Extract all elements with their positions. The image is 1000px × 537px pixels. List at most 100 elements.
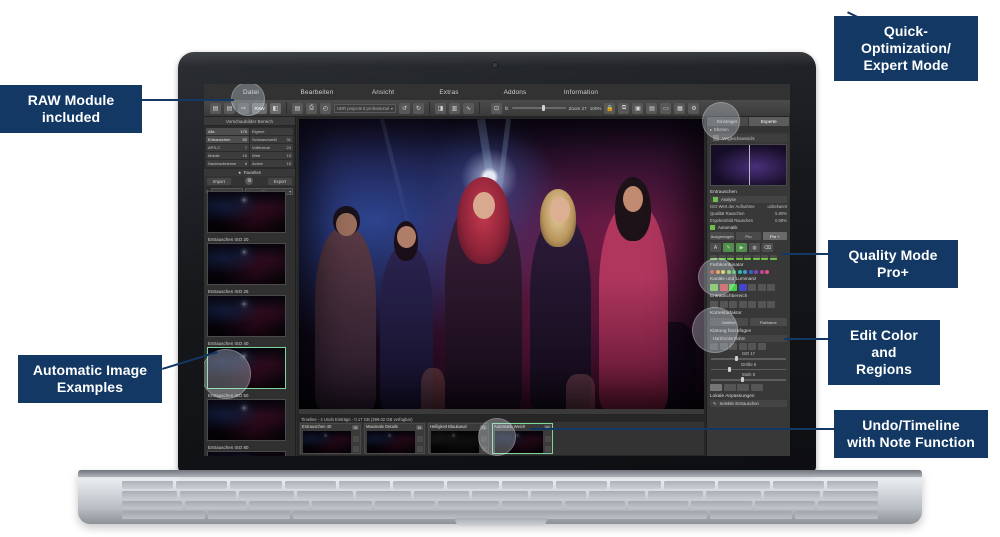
curve-flat-icon[interactable] [710, 383, 722, 391]
note-pencil-icon[interactable] [481, 436, 487, 442]
preset-swatch[interactable] [744, 255, 751, 260]
clarity-tile[interactable] [748, 343, 756, 350]
new-file-icon[interactable]: ▤ [210, 102, 221, 114]
category-alle[interactable]: Alle 175 [206, 128, 249, 135]
slider-stufe[interactable] [711, 377, 786, 382]
category-entrauschen[interactable]: Entrauschen 52 [206, 136, 249, 143]
color-dot-teal[interactable] [737, 270, 742, 274]
mask-tool-icon[interactable]: ◍ [749, 243, 760, 252]
main-photo[interactable] [299, 119, 704, 409]
area-tile[interactable] [710, 301, 718, 308]
color-dot-lime[interactable] [726, 270, 731, 274]
slider-groesse[interactable] [711, 366, 786, 372]
category-apsc[interactable]: APS-C 7 [206, 144, 249, 151]
panel-icon[interactable]: ▭ [660, 102, 672, 114]
note-pencil-icon[interactable] [545, 436, 551, 442]
redo-icon[interactable]: ↻ [413, 102, 424, 114]
category-vollformat[interactable]: Vollformat 24 [250, 144, 293, 151]
menu-item-bearbeiten[interactable]: Bearbeiten [284, 89, 350, 96]
clarity-tile[interactable] [710, 343, 718, 350]
tab-experte[interactable]: Experte [748, 117, 790, 126]
color-dot-purple[interactable] [754, 270, 758, 274]
quality-mode-pro[interactable]: Pro [736, 232, 761, 240]
color-dot-magenta[interactable] [759, 270, 764, 274]
channel-tile-rgb[interactable] [710, 284, 718, 291]
settings-icon[interactable]: ⚙ [688, 102, 700, 114]
list-item-selected[interactable]: Entrauschen ISO 40 [207, 340, 292, 389]
clarity-tile[interactable] [757, 343, 766, 350]
text-tool-icon[interactable]: A [710, 243, 721, 252]
undo-icon[interactable]: ↺ [399, 102, 410, 114]
menu-item-addons[interactable]: Addons [482, 89, 548, 96]
category-schwarzweiss[interactable]: Schwarz/weiß 31 [250, 136, 293, 143]
timeline-card[interactable]: Helligkeit Blaukanal 75 [428, 423, 489, 454]
brush-tool-icon[interactable]: ✎ [723, 243, 734, 252]
preset-swatch[interactable] [710, 255, 717, 260]
preset-swatch[interactable] [727, 255, 734, 260]
fullscreen-icon[interactable]: ▣ [632, 102, 644, 114]
category-nachtaufnahme[interactable]: Nachtaufnahme 8 [206, 160, 249, 167]
correction-flatframe[interactable]: Flatframe [749, 318, 787, 326]
favorites-button[interactable]: ★ Favoriten [204, 169, 295, 176]
list-item[interactable]: Entrauschen ISO 25 [207, 288, 292, 337]
print-icon[interactable]: ⎙ [306, 102, 317, 114]
save-icon[interactable]: ▤ [292, 102, 303, 114]
compare-split-icon[interactable] [545, 446, 551, 452]
area-tile[interactable] [738, 301, 747, 308]
color-dot-cyan[interactable] [743, 270, 747, 274]
area-tile[interactable] [719, 301, 728, 308]
area-tile[interactable] [757, 301, 766, 308]
category-eigene[interactable]: Eigene [250, 128, 293, 135]
color-dot-yellow[interactable] [721, 270, 725, 274]
import-button[interactable]: Import [207, 177, 231, 185]
color-dot-pink[interactable] [765, 270, 769, 274]
erase-tool-icon[interactable]: ⌫ [762, 243, 773, 252]
list-item[interactable] [207, 191, 292, 233]
raw-settings-icon[interactable]: ◧ [270, 102, 281, 114]
crop-icon[interactable]: ⧉ [618, 102, 630, 114]
tab-einsteiger[interactable]: Einsteiger [707, 117, 749, 126]
clarity-tile[interactable] [729, 343, 737, 350]
list-item[interactable]: Entrauschen ISO 50 [207, 392, 292, 441]
canvas-scrollbar[interactable] [299, 409, 704, 414]
list-item[interactable]: Entrauschen ISO 80 [207, 444, 292, 456]
category-active[interactable]: Active 15 [250, 160, 293, 167]
note-pencil-icon[interactable] [353, 436, 359, 442]
zoom-fit-icon[interactable]: ⊡ [491, 102, 502, 114]
preset-swatch[interactable] [735, 255, 743, 260]
compare-split-icon[interactable] [417, 446, 423, 452]
curve-icon[interactable]: ∿ [463, 102, 474, 114]
timeline-card[interactable]: Entrauschen 40 95 [300, 423, 361, 454]
channel-tile-mix[interactable] [767, 284, 775, 291]
preset-swatch[interactable] [761, 255, 768, 260]
analyse-button[interactable]: Analyse [710, 196, 787, 203]
area-tile[interactable] [748, 301, 756, 308]
import-icon[interactable]: ⇨ [238, 102, 249, 114]
channel-tile-lum[interactable] [748, 284, 756, 291]
compare-icon[interactable]: ◨ [435, 102, 446, 114]
timeline-card[interactable]: Maximale Details 85 [364, 423, 425, 454]
preset-swatch[interactable] [752, 255, 760, 260]
color-dot-orange[interactable] [715, 270, 720, 274]
category-mobile[interactable]: Mobile 16 [206, 152, 249, 159]
clarity-combo[interactable]: Hart/Cross Rahm [710, 335, 787, 342]
color-dot-green[interactable] [732, 270, 736, 274]
zoom-slider[interactable] [511, 105, 566, 111]
correction-zeitfilter[interactable]: Zeitfilter [710, 318, 748, 326]
color-dot-blue[interactable] [748, 270, 753, 274]
preset-combo[interactable]: HDR projects 8 professional ▾ [334, 103, 396, 113]
quality-mode-ausgewogen[interactable]: Ausgewogen [710, 232, 735, 240]
automatik-checkbox[interactable]: Automatik [707, 224, 790, 231]
menu-item-ansicht[interactable]: Ansicht [350, 89, 416, 96]
histogram-icon[interactable]: ▥ [449, 102, 460, 114]
layout-icon[interactable]: ▤ [646, 102, 658, 114]
channel-tile-red[interactable] [719, 284, 728, 291]
zoom-control[interactable]: ⊡ fit Zoom 27 100% [491, 102, 601, 114]
open-file-icon[interactable]: ▤ [224, 102, 235, 114]
histogram-preview[interactable] [710, 144, 787, 186]
settings-gear-icon[interactable]: ⚙ [245, 177, 254, 185]
note-pencil-icon[interactable] [417, 436, 423, 442]
area-tile[interactable] [729, 301, 737, 308]
layer-item[interactable]: Vergleichsansicht [710, 134, 787, 142]
menu-item-datei[interactable]: Datei [218, 89, 284, 96]
